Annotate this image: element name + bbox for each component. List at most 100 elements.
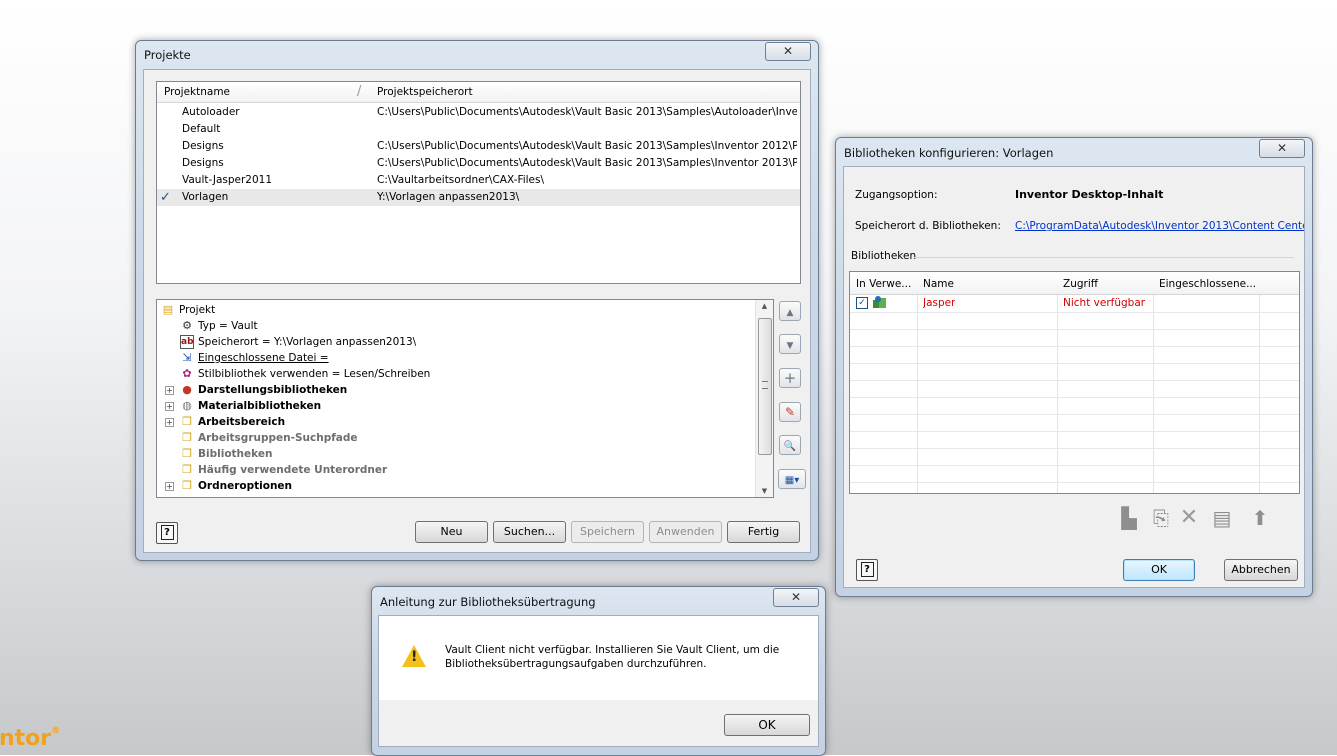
tree-node[interactable]: + ❐ Arbeitsbereich [165, 414, 286, 430]
warning-icon: ! [402, 645, 426, 667]
edit-pencil-button[interactable]: ✎ [779, 402, 801, 422]
project-list-header: Projektname / Projektspeicherort [157, 82, 800, 103]
project-name: Designs [182, 140, 224, 152]
close-button[interactable]: ✕ [773, 588, 819, 607]
subfolder-icon: ❐ [182, 463, 192, 476]
project-name: Default [182, 123, 221, 135]
expand-icon[interactable]: + [165, 386, 174, 395]
move-up-button[interactable]: ▲ [779, 301, 801, 321]
move-down-button[interactable]: ▼ [779, 334, 801, 354]
project-list[interactable]: Projektname / Projektspeicherort Autoloa… [156, 81, 801, 284]
neu-button[interactable]: Neu [415, 521, 488, 543]
expand-icon[interactable]: + [165, 402, 174, 411]
suchen-button[interactable]: Suchen... [493, 521, 566, 543]
project-properties-tree[interactable]: ▤ Projekt ⚙ Typ = Vault ab Speicherort = Y:\V… [156, 299, 774, 498]
tree-node-label: Stilbibliothek verwenden = Lesen/Schreib… [198, 368, 431, 380]
access-option-label: Zugangsoption: [855, 189, 938, 201]
close-button[interactable]: ✕ [765, 42, 811, 61]
help-button[interactable]: ? [856, 559, 878, 581]
grid-line [1153, 295, 1154, 493]
col-included[interactable]: Eingeschlossene... [1159, 274, 1259, 294]
new-library-icon[interactable]: ⎘ [1150, 506, 1172, 530]
message-body: ! Vault Client nicht verfügbar. Installi… [379, 616, 818, 700]
tree-node[interactable]: ⇲ Eingeschlossene Datei = [180, 350, 328, 366]
project-path: Y:\Vorlagen anpassen2013\ [377, 191, 520, 203]
project-row[interactable]: Default [157, 121, 800, 138]
libraries-table-header: In Verwe... Name Zugriff Eingeschlossene… [850, 272, 1299, 295]
col-access[interactable]: Zugriff [1063, 274, 1153, 294]
abbrechen-button[interactable]: Abbrechen [1224, 559, 1298, 581]
tree-node-label: Arbeitsgruppen-Suchpfade [198, 432, 358, 444]
col-projektname[interactable]: Projektname [164, 82, 354, 102]
scroll-thumb[interactable] [758, 318, 772, 455]
close-button[interactable]: ✕ [1259, 139, 1305, 158]
fertig-button[interactable]: Fertig [727, 521, 800, 543]
project-row[interactable]: ✓ Vorlagen Y:\Vorlagen anpassen2013\ [157, 189, 800, 206]
tree-node[interactable]: ab Speicherort = Y:\Vorlagen anpassen2013… [180, 334, 416, 350]
anwenden-button[interactable]: Anwenden [649, 521, 722, 543]
col-projektspeicherort[interactable]: Projektspeicherort [377, 82, 777, 102]
find-button[interactable]: 🔍 [779, 435, 801, 455]
tree-node[interactable]: ❐ Häufig verwendete Unterordner [180, 462, 387, 478]
library-status-icon [872, 295, 888, 310]
grid-line [850, 465, 1299, 466]
close-icon: ✕ [790, 590, 802, 604]
project-row[interactable]: Designs C:\Users\Public\Documents\Autodes… [157, 155, 800, 172]
tree-scrollbar[interactable]: ▲ ▼ [755, 300, 773, 497]
tree-node[interactable]: ⚙ Typ = Vault [180, 318, 258, 334]
grid-line [850, 329, 1299, 330]
upgrade-library-icon[interactable]: ⬆ [1249, 506, 1271, 530]
library-location-link[interactable]: C:\ProgramData\Autodesk\Inventor 2013\Co… [1015, 220, 1304, 232]
project-row[interactable]: Designs C:\Users\Public\Documents\Autodes… [157, 138, 800, 155]
workspace-folder-icon: ❐ [182, 415, 192, 428]
library-icon[interactable]: ▙ [1118, 506, 1140, 530]
folder-options-icon: ❐ [182, 479, 192, 492]
project-rows: Autoloader C:\Users\Public\Documents\Auto… [157, 104, 800, 283]
library-row[interactable]: ✓ Jasper Nicht verfügbar [850, 295, 1299, 312]
library-titlebar[interactable]: Bibliotheken konfigurieren: Vorlagen ✕ [836, 138, 1312, 166]
tree-node-label: Ordneroptionen [198, 480, 293, 492]
libraries-table[interactable]: In Verwe... Name Zugriff Eingeschlossene… [849, 271, 1300, 494]
project-path: C:\Users\Public\Documents\Autodesk\Vault… [377, 157, 797, 169]
speichern-button[interactable]: Speichern [571, 521, 644, 543]
col-in-use[interactable]: In Verwe... [856, 274, 916, 294]
grid-line [850, 346, 1299, 347]
help-icon: ? [160, 525, 174, 540]
tree-node[interactable]: ❐ Bibliotheken [180, 446, 272, 462]
tree-node[interactable]: ▤ Projekt [161, 302, 215, 318]
ipj-file-icon: ▤ [162, 303, 174, 316]
projects-titlebar[interactable]: Projekte ✕ [136, 41, 818, 69]
add-button[interactable]: + [779, 368, 801, 388]
project-row[interactable]: Autoloader C:\Users\Public\Documents\Auto… [157, 104, 800, 121]
tree-node[interactable]: + ❐ Ordneroptionen [165, 478, 293, 494]
expand-icon[interactable]: + [165, 418, 174, 427]
expand-icon[interactable]: + [165, 482, 174, 491]
help-button[interactable]: ? [156, 522, 178, 544]
library-name: Jasper [923, 297, 956, 309]
options-menu-button[interactable]: ▦▾ [778, 469, 806, 489]
scroll-down-arrow-icon[interactable]: ▼ [756, 487, 773, 495]
libraries-grid: ✓ Jasper Nicht verfügbar [850, 295, 1299, 493]
project-path: C:\Vaultarbeitsordner\CAX-Files\ [377, 174, 545, 186]
logo-text: ntor [0, 726, 52, 751]
ok-button[interactable]: OK [724, 714, 810, 736]
project-row[interactable]: Vault-Jasper2011 C:\Vaultarbeitsordner\CA… [157, 172, 800, 189]
col-name[interactable]: Name [923, 274, 1053, 294]
tree-node[interactable]: + ● Darstellungsbibliotheken [165, 382, 347, 398]
message-titlebar[interactable]: Anleitung zur Bibliotheksübertragung ✕ [372, 587, 825, 615]
delete-icon[interactable]: ✕ [1178, 506, 1200, 530]
tree-node[interactable]: ❐ Arbeitsgruppen-Suchpfade [180, 430, 358, 446]
tree-node[interactable]: + ◍ Materialbibliotheken [165, 398, 321, 414]
scroll-up-arrow-icon[interactable]: ▲ [756, 302, 773, 310]
in-use-checkbox[interactable]: ✓ [856, 297, 868, 309]
ok-button[interactable]: OK [1123, 559, 1195, 581]
grid-line [850, 414, 1299, 415]
tree-node[interactable]: ✿ Stilbibliothek verwenden = Lesen/Schrei… [180, 366, 430, 382]
tree-node-label: Arbeitsbereich [198, 416, 286, 428]
tree-node-label: Typ = Vault [198, 320, 258, 332]
copy-library-icon[interactable]: ▤ [1211, 506, 1233, 530]
tree-node-label: Projekt [179, 304, 216, 316]
material-library-icon: ◍ [182, 399, 192, 412]
projects-client: Projektname / Projektspeicherort Autoloa… [143, 69, 811, 553]
column-divider[interactable]: / [357, 84, 361, 99]
